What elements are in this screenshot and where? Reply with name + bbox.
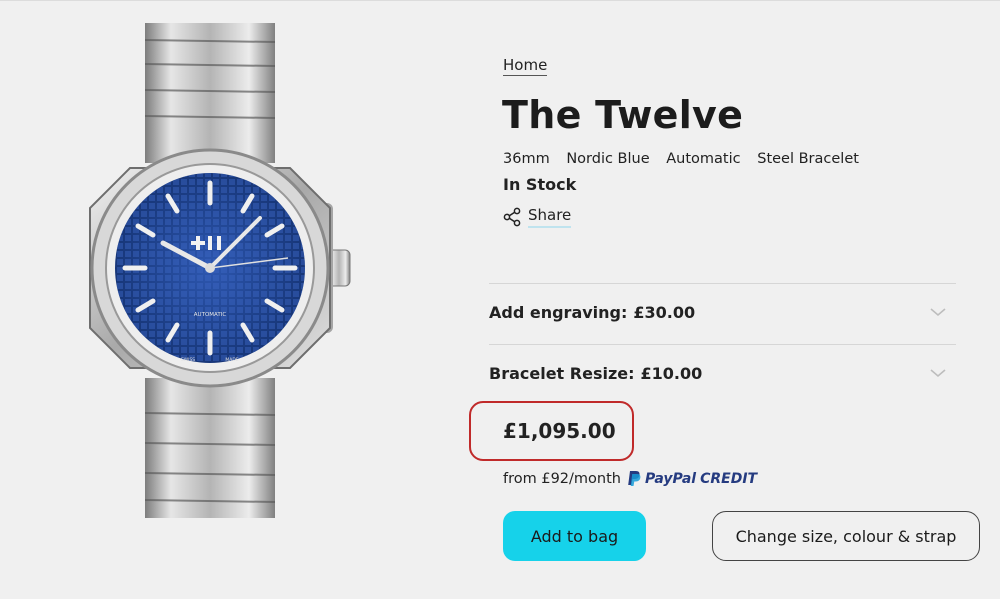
product-image: AUTOMATIC SWISS MADE [60,18,360,523]
chevron-down-icon [930,369,946,378]
price-value: £1,095.00 [503,419,616,443]
change-options-button[interactable]: Change size, colour & strap [712,511,980,561]
product-price: £1,095.00 [469,401,634,461]
svg-text:AUTOMATIC: AUTOMATIC [194,312,227,318]
chevron-down-icon [930,308,946,317]
product-attributes: 36mm Nordic Blue Automatic Steel Bracele… [503,151,871,167]
add-to-bag-button[interactable]: Add to bag [503,511,646,561]
paypal-icon [628,471,641,486]
finance-text: from £92/month [503,470,621,487]
attribute-size: 36mm [503,151,550,167]
option-bracelet-resize[interactable]: Bracelet Resize: £10.00 [489,353,956,393]
paypal-credit-logo: PayPal CREDIT [627,470,757,487]
option-resize-label: Bracelet Resize: £10.00 [489,363,703,383]
product-title: The Twelve [502,93,744,137]
divider [489,344,956,345]
share-icon [503,207,521,227]
svg-text:MADE: MADE [225,357,238,363]
attribute-strap: Steel Bracelet [757,151,859,167]
svg-text:SWISS: SWISS [181,357,195,363]
divider [489,283,956,284]
share-button[interactable]: Share [502,206,572,228]
top-border [0,0,1000,1]
bracelet-bottom [144,378,276,518]
finance-info: from £92/month PayPal CREDIT [503,470,757,487]
bracelet-top [144,23,276,163]
attribute-movement: Automatic [666,151,741,167]
attribute-colour: Nordic Blue [566,151,650,167]
share-label: Share [528,206,572,228]
breadcrumb-home[interactable]: Home [503,56,548,76]
option-engraving[interactable]: Add engraving: £30.00 [489,292,956,332]
option-engraving-label: Add engraving: £30.00 [489,302,696,322]
stock-status: In Stock [503,175,577,194]
